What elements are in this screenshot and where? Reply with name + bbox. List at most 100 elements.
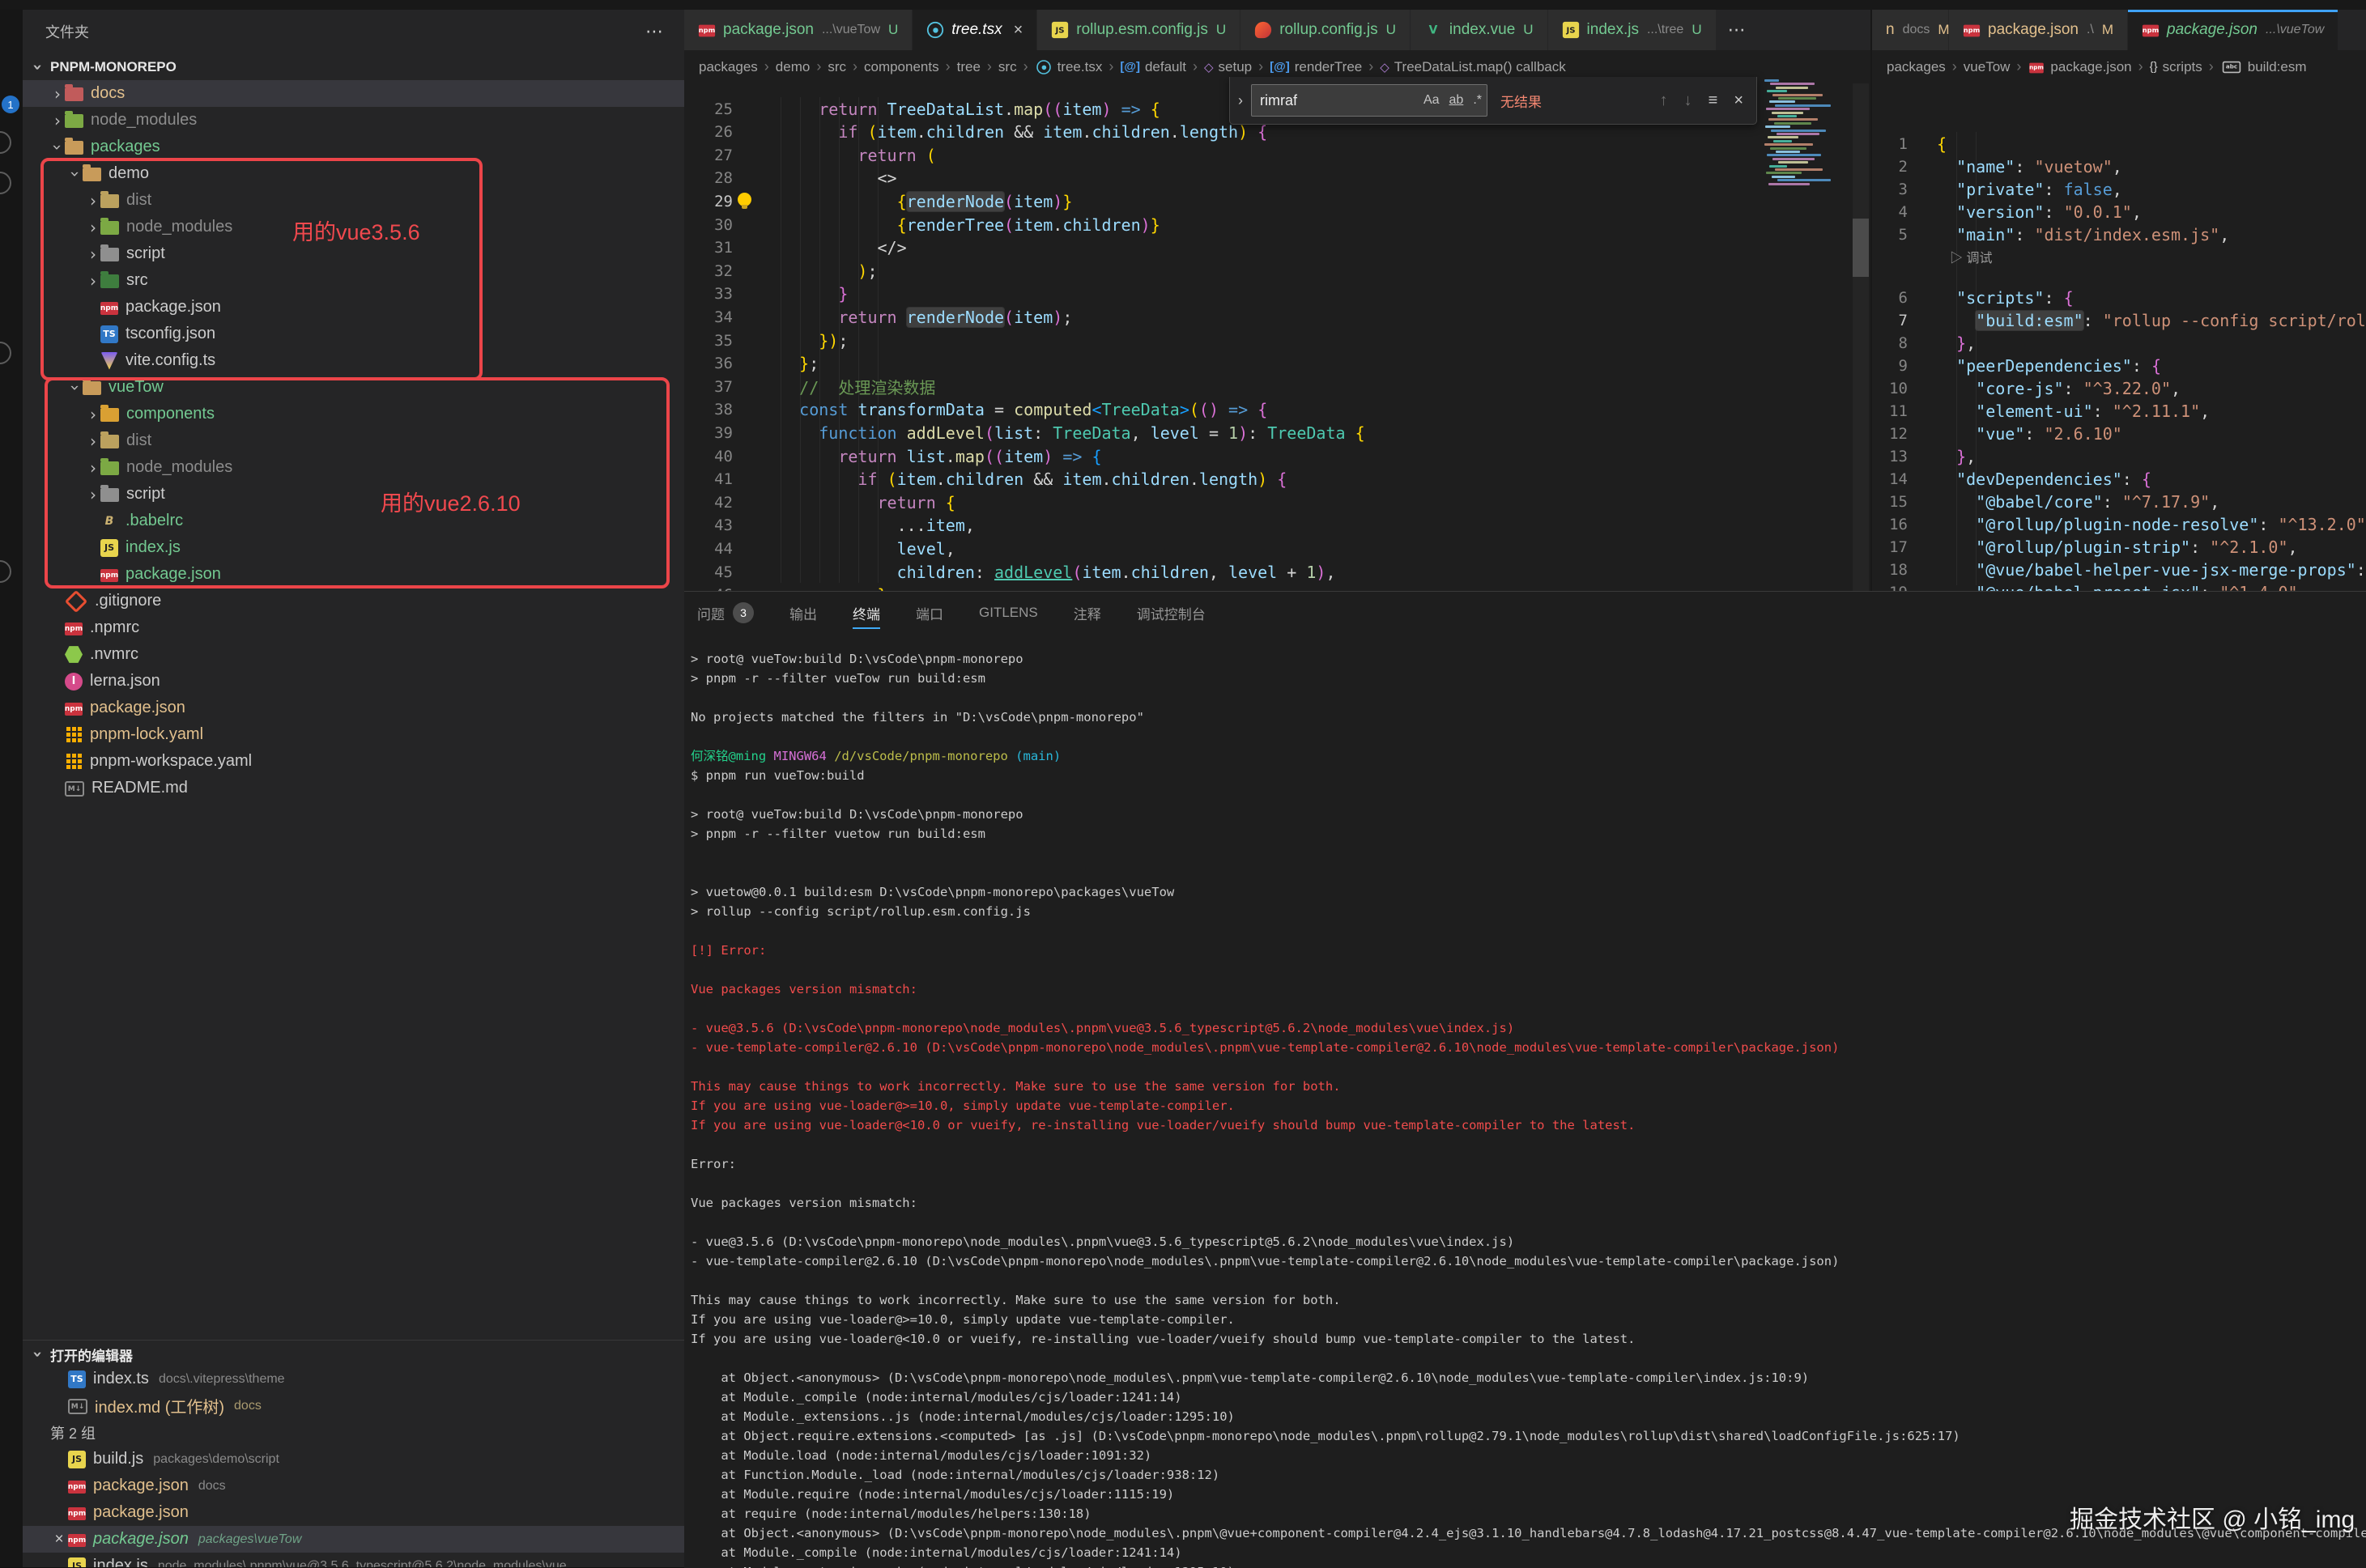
tree-item-README.md[interactable]: README.md xyxy=(23,775,684,801)
explorer-section-root[interactable]: › PNPM-MONOREPO xyxy=(23,55,684,79)
tree-item-node_modules[interactable]: ›node_modules xyxy=(23,107,684,134)
breadcrumb-tree[interactable]: tree xyxy=(957,59,981,75)
tab-rollup.config.js[interactable]: rollup.config.jsU xyxy=(1240,10,1411,50)
tab-index.js[interactable]: index.js...\treeU xyxy=(1548,10,1717,50)
open-editor-index.js[interactable]: index.jsnode_modules\.pnpm\vue@3.5.6_typ… xyxy=(23,1553,684,1567)
panel-tab-输出[interactable]: 输出 xyxy=(789,597,817,629)
tab-tree.tsx[interactable]: tree.tsx× xyxy=(913,10,1037,50)
tree-item-package.json[interactable]: package.jsonM xyxy=(23,695,684,721)
breadcrumb-build:esm[interactable]: build:esm xyxy=(2220,59,2307,75)
panel-tab-终端[interactable]: 终端 xyxy=(853,597,880,629)
tree-item-components[interactable]: ›components xyxy=(23,401,684,427)
code-editor-tree-tsx[interactable]: 25 return TreeDataList.map((item) => {26… xyxy=(684,83,1870,591)
tree-item-packages[interactable]: ›packages xyxy=(23,134,684,160)
code-token[interactable]: addLevel xyxy=(994,563,1072,582)
tree-item-.babelrc[interactable]: .babelrcU xyxy=(23,508,684,534)
open-editor-package.json[interactable]: ×package.jsonpackages\vueTowU xyxy=(23,1526,684,1553)
tree-item-.gitignore[interactable]: .gitignore xyxy=(23,588,684,614)
breadcrumb-package.json[interactable]: package.json xyxy=(2028,59,2131,75)
breadcrumb-vueTow[interactable]: vueTow xyxy=(1964,59,2011,75)
tree-item-docs[interactable]: ›docs xyxy=(23,80,684,107)
breadcrumb-tree.tsx[interactable]: tree.tsx xyxy=(1035,58,1103,76)
panel-tab-注释[interactable]: 注释 xyxy=(1074,597,1101,629)
editor-scrollbar-thumb[interactable] xyxy=(1853,219,1869,277)
open-editor-package.json[interactable]: package.jsondocsM xyxy=(23,1472,684,1499)
breadcrumb-packages[interactable]: packages xyxy=(1887,59,1946,75)
open-editor-index.md (工作树)[interactable]: index.md (工作树)docs3 xyxy=(23,1392,684,1419)
tree-item-dist[interactable]: ›dist xyxy=(23,427,684,454)
open-editor-index.ts[interactable]: index.tsdocs\.vitepress\theme xyxy=(23,1366,684,1392)
more-tabs-icon[interactable]: ⋯ xyxy=(1717,10,1759,50)
tree-item-vite.config.ts[interactable]: vite.config.ts xyxy=(23,347,684,374)
breadcrumb-renderTree[interactable]: [@]renderTree xyxy=(1270,59,1362,75)
tree-item-label: vite.config.ts xyxy=(126,351,215,370)
find-close-icon[interactable]: × xyxy=(1734,91,1743,110)
close-icon[interactable]: × xyxy=(50,1531,68,1549)
tab-index.vue[interactable]: index.vueU xyxy=(1411,10,1548,50)
breadcrumb-setup[interactable]: ◇setup xyxy=(1204,59,1252,75)
code-token: 1 xyxy=(1306,563,1316,582)
tree-item-.npmrc[interactable]: .npmrc xyxy=(23,614,684,641)
breadcrumb-demo[interactable]: demo xyxy=(776,59,811,75)
panel-tab-GITLENS[interactable]: GITLENS xyxy=(979,597,1038,629)
code-token xyxy=(760,331,819,351)
codelens-debug-link[interactable]: ▷ 调试 xyxy=(1950,247,1992,266)
tree-item-package.json[interactable]: package.json xyxy=(23,294,684,321)
find-next-icon[interactable]: ↓ xyxy=(1684,91,1692,110)
code-token xyxy=(760,563,897,582)
minimap[interactable] xyxy=(1761,79,1832,188)
panel-tab-端口[interactable]: 端口 xyxy=(916,597,943,629)
open-editors-header[interactable]: › 打开的编辑器 xyxy=(23,1342,684,1366)
code-line: 9 "peerDependencies": { xyxy=(1872,354,2366,377)
fo-tan-icon xyxy=(83,168,101,181)
breadcrumb-packages[interactable]: packages xyxy=(699,59,758,75)
explorer-more-actions-icon[interactable]: ⋯ xyxy=(645,21,665,42)
find-in-selection-icon[interactable]: ≡ xyxy=(1709,91,1718,110)
tab-package.json[interactable]: package.json...\vueTowU xyxy=(684,10,913,50)
tree-item-pnpm-lock.yaml[interactable]: pnpm-lock.yamlM xyxy=(23,721,684,748)
breadcrumb-src[interactable]: src xyxy=(998,59,1017,75)
find-input[interactable] xyxy=(1252,92,1419,109)
find-prev-icon[interactable]: ↑ xyxy=(1660,91,1668,110)
tree-item-dist[interactable]: ›dist xyxy=(23,187,684,214)
tab-label: n xyxy=(1886,21,1895,39)
tree-item-pnpm-workspace.yaml[interactable]: pnpm-workspace.yaml xyxy=(23,748,684,775)
regex-icon[interactable]: .* xyxy=(1473,93,1482,108)
find-expand-icon[interactable]: › xyxy=(1230,92,1251,109)
breadcrumb-default[interactable]: [@]default xyxy=(1120,59,1186,75)
breadcrumb-separator-icon: › xyxy=(946,58,951,75)
code-token: "peerDependencies" xyxy=(1956,356,2132,376)
breadcrumb-scripts[interactable]: {}scripts xyxy=(2150,59,2202,75)
tree-item-script[interactable]: ›script xyxy=(23,240,684,267)
code-token: item xyxy=(1043,122,1082,142)
tree-item-script[interactable]: ›script xyxy=(23,481,684,508)
tree-item-node_modules[interactable]: ›node_modules xyxy=(23,214,684,240)
tab-n[interactable]: ndocsM xyxy=(1872,10,1949,50)
whole-word-icon[interactable]: ab xyxy=(1449,93,1464,108)
tree-item-package.json[interactable]: package.jsonU xyxy=(23,561,684,588)
tab-rollup.esm.config.js[interactable]: rollup.esm.config.jsU xyxy=(1037,10,1240,50)
tree-item-lerna.json[interactable]: lerna.json xyxy=(23,668,684,695)
editor-scrollbar-track[interactable] xyxy=(1853,83,1869,591)
tab-label: rollup.config.js xyxy=(1279,21,1377,39)
panel-tab-调试控制台[interactable]: 调试控制台 xyxy=(1137,597,1206,629)
match-case-icon[interactable]: Aa xyxy=(1423,93,1440,108)
activity-bar[interactable]: 1 xyxy=(0,10,23,1567)
open-editor-package.json[interactable]: package.jsonM xyxy=(23,1499,684,1526)
breadcrumb-src[interactable]: src xyxy=(828,59,846,75)
tab-package.json[interactable]: package.json...\vueTow xyxy=(2128,10,2338,50)
tree-item-src[interactable]: ›src xyxy=(23,267,684,294)
tree-item-tsconfig.json[interactable]: tsconfig.json xyxy=(23,321,684,347)
tree-item-.nvmrc[interactable]: .nvmrc xyxy=(23,641,684,668)
tree-item-node_modules[interactable]: ›node_modules xyxy=(23,454,684,481)
code-editor-package-json[interactable]: 1{2 "name": "vuetow",3 "private": false,… xyxy=(1872,83,2366,591)
open-editor-build.js[interactable]: build.jspackages\demo\script xyxy=(23,1446,684,1472)
tree-item-index.js[interactable]: index.jsU xyxy=(23,534,684,561)
tree-item-demo[interactable]: ›demo xyxy=(23,160,684,187)
breadcrumb-TreeDataList.map() callback[interactable]: ◇TreeDataList.map() callback xyxy=(1380,59,1566,75)
tree-item-vueTow[interactable]: ›vueTow xyxy=(23,374,684,401)
tab-close-icon[interactable]: × xyxy=(1014,21,1023,40)
tab-package.json[interactable]: package.json.\M xyxy=(1949,10,2128,50)
panel-tab-问题[interactable]: 问题3 xyxy=(697,597,754,629)
breadcrumb-components[interactable]: components xyxy=(864,59,939,75)
